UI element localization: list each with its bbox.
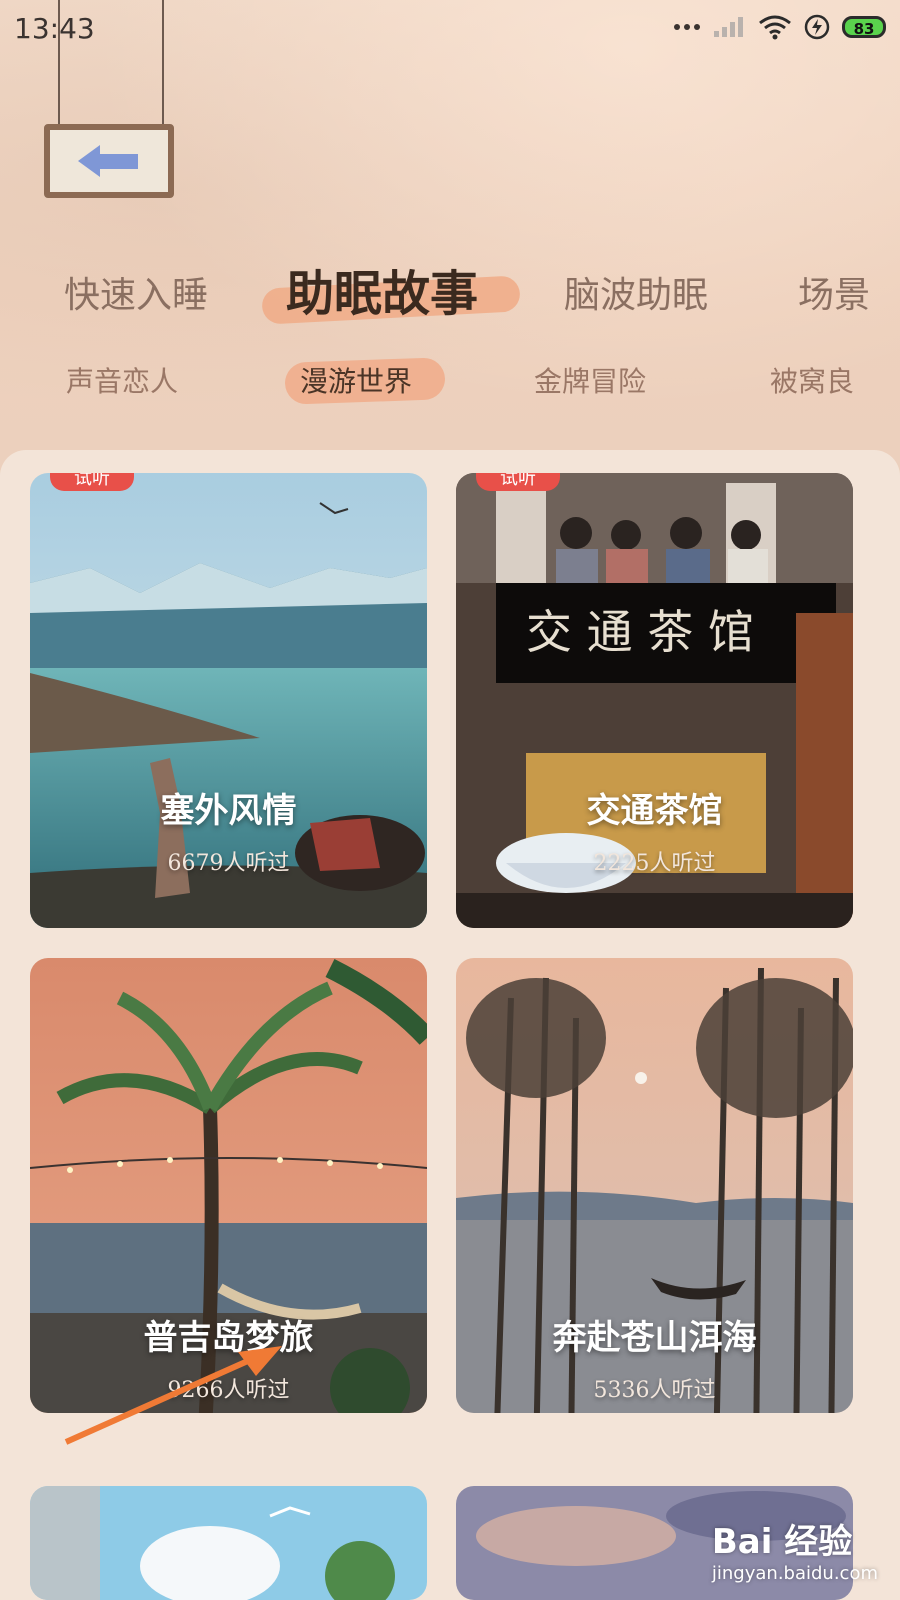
story-card[interactable] [30,1486,427,1600]
story-card[interactable]: 试听 塞外风情 6679人听过 [30,473,427,928]
charging-icon [804,14,830,40]
watermark-logo: Bai 经验 [711,1522,853,1562]
subtab-cozy[interactable]: 被窝良 [770,360,854,400]
story-card[interactable]: 奔赴苍山洱海 5336人听过 [456,958,853,1413]
left-arrow-icon [78,145,138,177]
sub-tabs: 声音恋人 漫游世界 金牌冒险 被窝良 [0,350,900,410]
sign-rope [58,0,60,128]
main-tabs: 快速入睡 助眠故事 脑波助眠 场景 [0,250,900,330]
more-dots-icon [674,24,700,30]
back-button[interactable] [44,0,180,205]
card-listen-count: 6679人听过 [167,851,290,876]
story-card[interactable]: 交 通 茶 馆 试听 交通茶馆 2225人听过 [456,473,853,928]
back-sign-board [44,124,174,198]
card-listen-count: 5336人听过 [593,1378,716,1403]
card-title: 塞外风情 [160,791,297,831]
watermark: Bai 经验 jingyan.baidu.com [712,1514,878,1584]
tab-brainwave[interactable]: 脑波助眠 [564,266,708,318]
signal-icon [714,17,743,37]
card-title: 奔赴苍山洱海 [552,1318,757,1358]
tab-quick-sleep[interactable]: 快速入睡 [64,266,208,318]
card-title: 交通茶馆 [586,791,723,831]
tab-scenes[interactable]: 场景 [798,266,870,318]
card-listen-count: 2225人听过 [593,851,716,876]
svg-text:交 通 茶 馆: 交 通 茶 馆 [526,605,754,659]
status-icons: 83 [674,14,886,40]
subtab-voice-lover[interactable]: 声音恋人 [66,360,178,400]
subtab-gold-adventure[interactable]: 金牌冒险 [534,360,646,400]
tab-sleep-stories[interactable]: 助眠故事 [286,254,478,324]
annotation-arrow [64,1346,282,1445]
card-illustration [30,1486,427,1600]
subtab-roam-world[interactable]: 漫游世界 [300,360,412,400]
battery-icon: 83 [842,16,886,38]
trial-badge: 试听 [476,473,560,491]
trial-badge: 试听 [50,473,134,491]
watermark-url: jingyan.baidu.com [711,1563,878,1584]
wifi-icon [759,15,791,40]
sign-rope [162,0,164,128]
